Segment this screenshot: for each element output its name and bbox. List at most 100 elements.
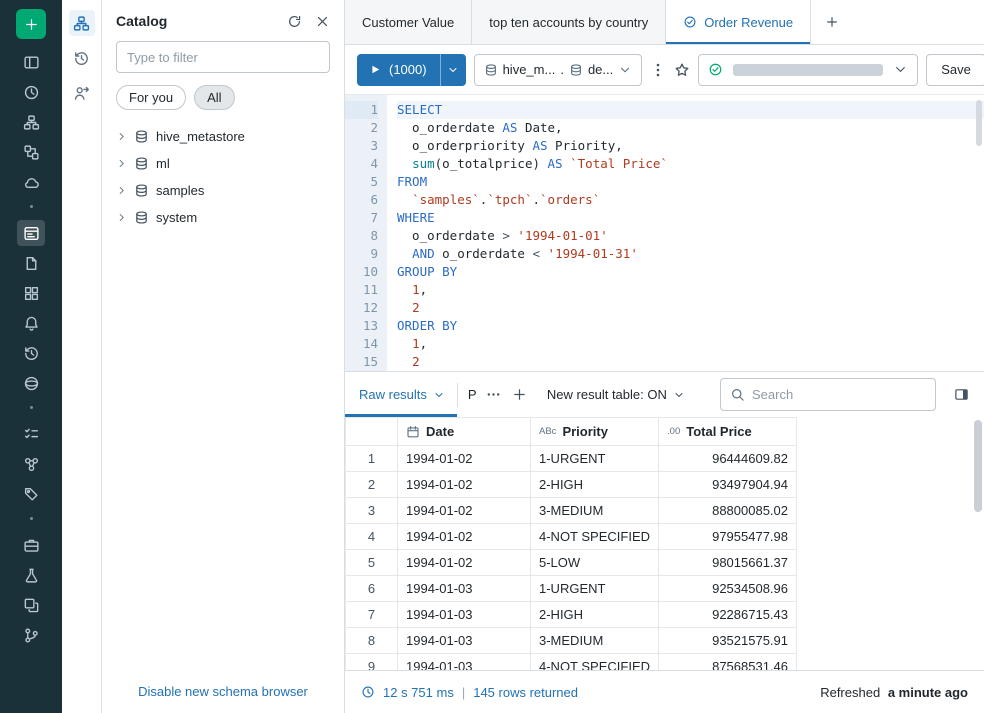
more-actions-button[interactable] xyxy=(650,54,666,86)
code-line[interactable]: 1, xyxy=(397,281,984,299)
editor-scrollbar[interactable] xyxy=(976,100,982,146)
subrail-person-arrow-button[interactable] xyxy=(69,80,95,106)
table-row[interactable]: 81994-01-033-MEDIUM93521575.91 xyxy=(346,628,797,654)
hidden-results-tab[interactable]: P xyxy=(468,387,481,402)
refresh-button[interactable] xyxy=(287,14,302,29)
table-row[interactable]: 61994-01-031-URGENT92534508.96 xyxy=(346,576,797,602)
column-header-date[interactable]: Date xyxy=(398,418,531,446)
column-header-priority[interactable]: ABcPriority xyxy=(531,418,659,446)
catalog-tree-item[interactable]: ml xyxy=(108,150,338,177)
table-row[interactable]: 21994-01-022-HIGH93497904.94 xyxy=(346,472,797,498)
nav-branch-button[interactable] xyxy=(17,622,45,648)
query-tab[interactable]: Customer Value xyxy=(345,0,472,44)
code-line[interactable]: ORDER BY xyxy=(397,317,984,335)
refreshed-label: Refreshed xyxy=(820,685,880,700)
new-result-table-toggle[interactable]: New result table: ON xyxy=(547,387,685,402)
table-row[interactable]: 51994-01-025-LOW98015661.37 xyxy=(346,550,797,576)
editor-main: Customer Valuetop ten accounts by countr… xyxy=(345,0,984,713)
code-line[interactable]: WHERE xyxy=(397,209,984,227)
add-tab-button[interactable] xyxy=(811,0,853,44)
raw-results-tab[interactable]: Raw results xyxy=(345,372,457,417)
code-line[interactable]: GROUP BY xyxy=(397,263,984,281)
chevron-down-icon xyxy=(618,63,632,77)
catalog-tree-item[interactable]: hive_metastore xyxy=(108,123,338,150)
add-visualization-button[interactable] xyxy=(507,380,533,410)
table-row[interactable]: 71994-01-032-HIGH92286715.43 xyxy=(346,602,797,628)
nav-flask-button[interactable] xyxy=(17,562,45,588)
code-line[interactable]: 2 xyxy=(397,299,984,317)
code-line[interactable]: AND o_orderdate < '1994-01-31' xyxy=(397,245,984,263)
nav-grid-button[interactable] xyxy=(17,280,45,306)
filter-pill-all[interactable]: All xyxy=(194,85,234,110)
results-toolbar: Raw results P New result table: ON xyxy=(345,371,984,417)
save-button[interactable]: Save xyxy=(926,54,984,86)
code-line[interactable]: sum(o_totalprice) AS `Total Price` xyxy=(397,155,984,173)
nav-workflow-button[interactable] xyxy=(17,139,45,165)
side-panel-toggle-button[interactable] xyxy=(948,380,974,410)
disable-schema-browser-link[interactable]: Disable new schema browser xyxy=(102,684,344,699)
query-tab[interactable]: top ten accounts by country xyxy=(472,0,666,44)
nav-sitemap-button[interactable] xyxy=(17,109,45,135)
nav-history-button[interactable] xyxy=(17,340,45,366)
run-button[interactable]: (1000) xyxy=(357,54,440,86)
row-number-header xyxy=(346,418,398,446)
catalog-tree-item[interactable]: system xyxy=(108,204,338,231)
nav-panel-button[interactable] xyxy=(17,49,45,75)
results-overflow-button[interactable] xyxy=(481,380,507,410)
code-line[interactable]: 1, xyxy=(397,335,984,353)
catalog-filter-input[interactable] xyxy=(116,41,330,73)
nav-sphere-button[interactable] xyxy=(17,370,45,396)
filter-pill-for-you[interactable]: For you xyxy=(116,85,186,110)
scrollbar-thumb[interactable] xyxy=(974,420,982,512)
statusbar: 12 s 751 ms | 145 rows returned Refreshe… xyxy=(345,670,984,713)
nav-bell-button[interactable] xyxy=(17,310,45,336)
tab-label: Order Revenue xyxy=(704,15,793,30)
nav-tag-button[interactable] xyxy=(17,481,45,507)
row-number: 5 xyxy=(346,550,398,576)
new-button[interactable] xyxy=(16,9,46,39)
briefcase-icon xyxy=(23,537,40,554)
catalog-schema-selector[interactable]: hive_m... . de... xyxy=(474,54,643,86)
nav-checklist-button[interactable] xyxy=(17,421,45,447)
code-area[interactable]: SELECT o_orderdate AS Date, o_orderprior… xyxy=(387,95,984,371)
code-line[interactable]: `samples`.`tpch`.`orders` xyxy=(397,191,984,209)
catalog-tree-item[interactable]: samples xyxy=(108,177,338,204)
database-icon xyxy=(134,210,149,225)
query-tab[interactable]: Order Revenue xyxy=(666,0,811,44)
nav-briefcase-button[interactable] xyxy=(17,532,45,558)
table-row[interactable]: 11994-01-021-URGENT96444609.82 xyxy=(346,446,797,472)
run-options-button[interactable] xyxy=(440,54,466,86)
nav-file-button[interactable] xyxy=(17,250,45,276)
subrail-history-button[interactable] xyxy=(69,45,95,71)
code-line[interactable]: o_orderpriority AS Priority, xyxy=(397,137,984,155)
table-row[interactable]: 41994-01-024-NOT SPECIFIED97955477.98 xyxy=(346,524,797,550)
nav-sql-editor-button[interactable] xyxy=(17,220,45,246)
results-search-input[interactable] xyxy=(752,387,926,402)
table-row[interactable]: 91994-01-034-NOT SPECIFIED87568531.46 xyxy=(346,654,797,671)
close-panel-button[interactable] xyxy=(315,14,330,29)
cell: 1994-01-02 xyxy=(398,446,531,472)
cell: 92286715.43 xyxy=(659,602,797,628)
code-line[interactable]: o_orderdate > '1994-01-01' xyxy=(397,227,984,245)
nav-clock-button[interactable] xyxy=(17,79,45,105)
nav-model-button[interactable] xyxy=(17,451,45,477)
new-result-table-label: New result table: ON xyxy=(547,387,667,402)
table-row[interactable]: 31994-01-023-MEDIUM88800085.02 xyxy=(346,498,797,524)
code-line[interactable]: SELECT xyxy=(397,101,984,119)
nav-cloud-button[interactable] xyxy=(17,169,45,195)
sql-editor[interactable]: 123456789101112131415 SELECT o_orderdate… xyxy=(345,95,984,371)
code-line[interactable]: 2 xyxy=(397,353,984,371)
databricks-sql-editor-window: Catalog For youAll hive_metastoremlsampl… xyxy=(0,0,984,713)
favorite-star-button[interactable] xyxy=(674,54,690,86)
cell: 93521575.91 xyxy=(659,628,797,654)
code-line[interactable]: FROM xyxy=(397,173,984,191)
cell: 98015661.37 xyxy=(659,550,797,576)
results-scrollbar[interactable] xyxy=(974,420,982,667)
column-header-total-price[interactable]: .00Total Price xyxy=(659,418,797,446)
nav-windows-button[interactable] xyxy=(17,592,45,618)
query-duration: 12 s 751 ms xyxy=(383,685,454,700)
warehouse-selector[interactable] xyxy=(698,54,918,86)
code-line[interactable]: o_orderdate AS Date, xyxy=(397,119,984,137)
subrail-sitemap-button[interactable] xyxy=(69,10,95,36)
bell-icon xyxy=(23,315,40,332)
